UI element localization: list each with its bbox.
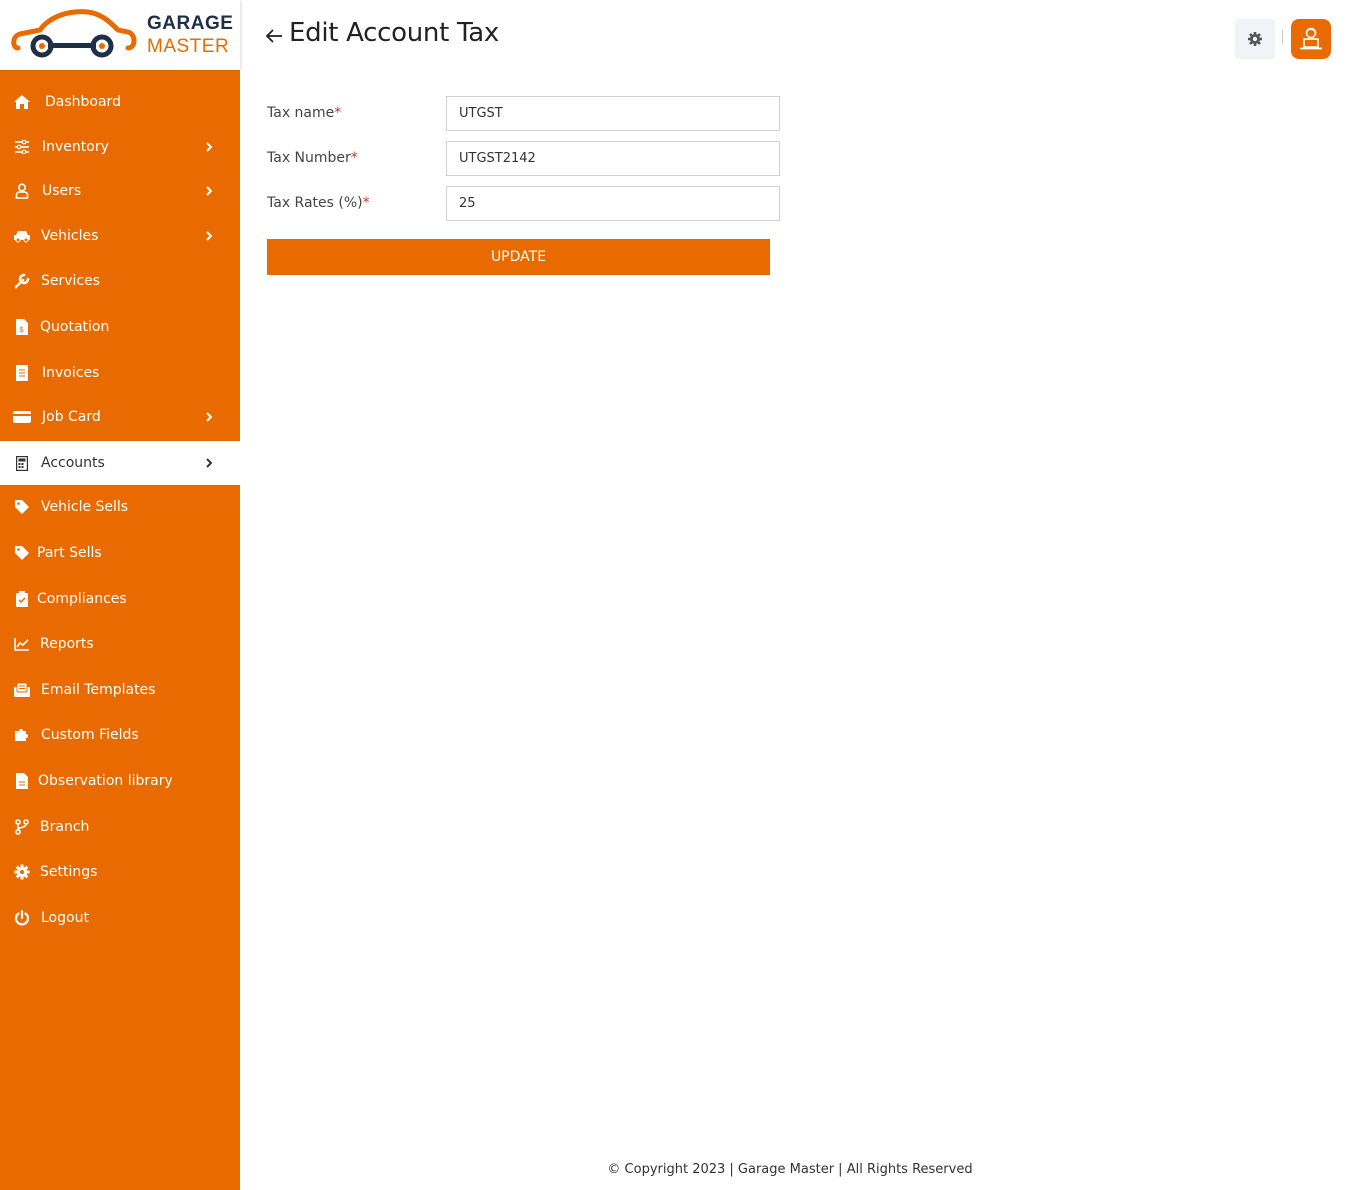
chevron-right-icon (206, 412, 213, 422)
sidebar-item-label: Reports (40, 636, 94, 652)
sidebar-item-label: Vehicles (41, 228, 99, 244)
tax-rate-input[interactable] (446, 186, 780, 221)
tax-name-row: Tax name* (267, 96, 787, 131)
footer-copyright: © Copyright 2023 | Garage Master | All R… (607, 1162, 973, 1177)
arrow-left-icon[interactable] (263, 26, 285, 46)
power-icon (13, 909, 31, 927)
tag-icon (13, 544, 31, 562)
sidebar-item-label: Quotation (40, 319, 110, 335)
header-divider (1282, 30, 1283, 44)
brand-line2: MASTER (147, 36, 230, 57)
sidebar: GARAGE MASTER Dashboard Inventory Users … (0, 0, 240, 1190)
credit-card-icon (13, 408, 31, 426)
sliders-icon (13, 138, 31, 156)
sidebar-item-quotation[interactable]: $ Quotation (0, 305, 240, 349)
tax-rate-label: Tax Rates (%)* (267, 195, 370, 211)
brand-line1: GARAGE (147, 13, 234, 34)
user-avatar-icon (1300, 27, 1322, 50)
sidebar-item-label: Logout (41, 910, 89, 926)
code-branch-icon (13, 818, 31, 836)
brand-logo[interactable]: GARAGE MASTER (0, 0, 240, 70)
file-invoice-dollar-icon: $ (13, 318, 31, 336)
cog-icon (13, 863, 31, 881)
tax-number-label: Tax Number* (267, 150, 358, 166)
sidebar-item-label: Vehicle Sells (41, 499, 129, 515)
sidebar-item-label: Job Card (42, 409, 101, 425)
sidebar-item-job-card[interactable]: Job Card (0, 395, 240, 439)
sidebar-item-observation-library[interactable]: Observation library (0, 759, 240, 803)
sidebar-item-label: Users (42, 183, 82, 199)
sidebar-item-custom-fields[interactable]: Custom Fields (0, 713, 240, 757)
sidebar-item-label: Branch (40, 819, 90, 835)
chevron-right-icon (206, 231, 213, 241)
user-avatar-button[interactable] (1291, 19, 1331, 59)
gear-icon (1248, 32, 1262, 46)
sidebar-item-users[interactable]: Users (0, 169, 240, 213)
svg-text:$: $ (19, 325, 24, 334)
car-wrench-logo-icon (11, 9, 137, 58)
sidebar-item-label: Part Sells (37, 545, 102, 561)
page-title: Edit Account Tax (289, 18, 499, 48)
envelope-open-icon (13, 681, 31, 699)
sidebar-item-invoices[interactable]: Invoices (0, 351, 240, 395)
update-button[interactable]: UPDATE (267, 239, 770, 275)
sidebar-item-vehicle-sells[interactable]: Vehicle Sells (0, 485, 240, 529)
sidebar-item-email-templates[interactable]: Email Templates (0, 668, 240, 712)
sidebar-item-accounts[interactable]: Accounts (0, 441, 240, 485)
puzzle-icon (13, 726, 31, 744)
sidebar-item-label: Compliances (37, 591, 127, 607)
clipboard-check-icon (13, 590, 31, 608)
sidebar-item-compliances[interactable]: Compliances (0, 577, 240, 621)
sidebar-item-part-sells[interactable]: Part Sells (0, 531, 240, 575)
settings-button[interactable] (1235, 19, 1275, 59)
sidebar-item-settings[interactable]: Settings (0, 850, 240, 894)
sidebar-item-label: Settings (40, 864, 98, 880)
sidebar-item-dashboard[interactable]: Dashboard (0, 80, 240, 124)
sidebar-item-logout[interactable]: Logout (0, 896, 240, 940)
tag-icon (13, 498, 31, 516)
chevron-right-icon (206, 458, 213, 468)
sidebar-item-label: Dashboard (45, 94, 121, 110)
sidebar-item-services[interactable]: Services (0, 259, 240, 303)
sidebar-item-reports[interactable]: Reports (0, 622, 240, 666)
sidebar-item-label: Custom Fields (41, 727, 139, 743)
chevron-right-icon (206, 186, 213, 196)
sidebar-item-label: Inventory (42, 139, 109, 155)
tax-name-input[interactable] (446, 96, 780, 131)
sidebar-item-vehicles[interactable]: Vehicles (0, 214, 240, 258)
sidebar-item-label: Email Templates (41, 682, 156, 698)
calculator-icon (13, 454, 31, 472)
sidebar-item-label: Services (41, 273, 101, 289)
tax-number-input[interactable] (446, 141, 780, 176)
receipt-icon (13, 364, 31, 382)
tax-name-label: Tax name* (267, 105, 342, 121)
sidebar-item-label: Invoices (42, 365, 100, 381)
sidebar-item-inventory[interactable]: Inventory (0, 125, 240, 169)
chevron-right-icon (206, 142, 213, 152)
page-header: Edit Account Tax (263, 18, 499, 48)
sidebar-item-branch[interactable]: Branch (0, 805, 240, 849)
sidebar-item-label: Accounts (41, 455, 105, 471)
user-icon (13, 182, 31, 200)
wrench-icon (13, 272, 31, 290)
file-alt-icon (13, 772, 31, 790)
sidebar-item-label: Observation library (38, 773, 173, 789)
tax-rate-row: Tax Rates (%)* (267, 186, 787, 221)
car-icon (13, 227, 31, 245)
home-icon (13, 93, 31, 111)
tax-number-row: Tax Number* (267, 141, 787, 176)
chart-line-icon (13, 635, 31, 653)
